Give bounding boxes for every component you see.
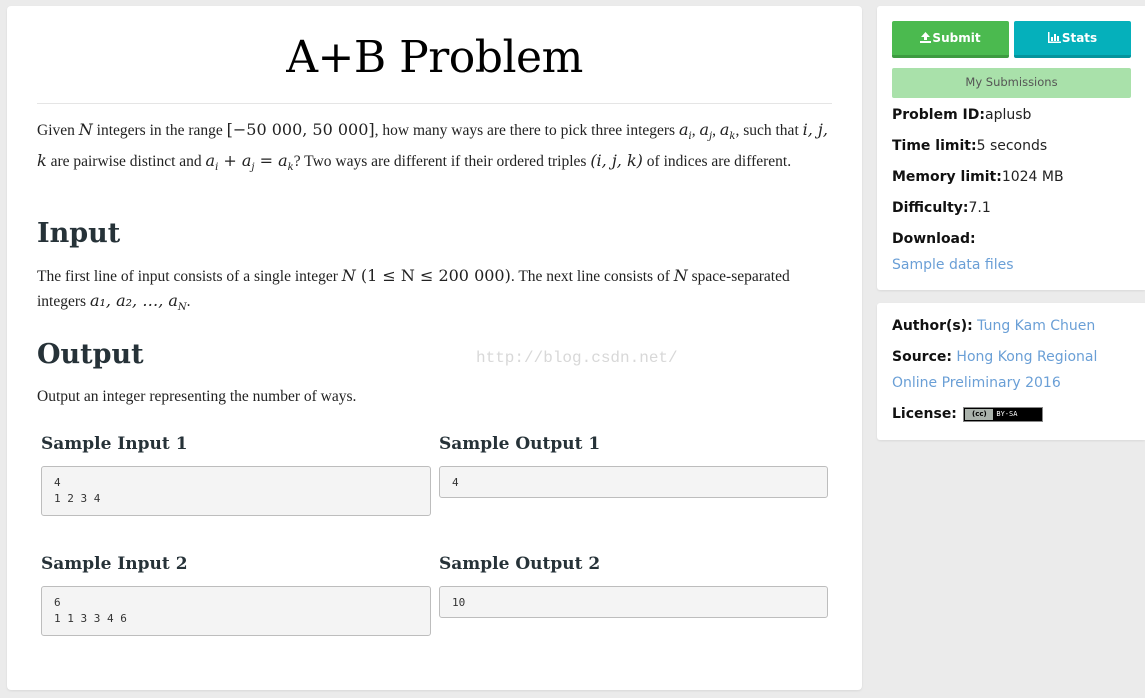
download-label: Download: (892, 231, 976, 247)
my-submissions-button[interactable]: My Submissions (892, 68, 1131, 98)
sample-data-files-link[interactable]: Sample data files (892, 257, 1014, 273)
input-description: The first line of input consists of a si… (37, 266, 790, 314)
memory-limit-row: Memory limit:1024 MB (892, 169, 1064, 185)
problem-statement: Given N integers in the range [−50 000, … (37, 120, 828, 174)
bar-chart-icon (1047, 22, 1061, 56)
source-row: Source: Hong Kong Regional (892, 349, 1098, 365)
problem-meta-panel: Author(s): Tung Kam Chuen Source: Hong K… (877, 303, 1145, 440)
problem-id-row: Problem ID:aplusb (892, 107, 1032, 123)
sample-input-2[interactable]: 6 1 1 3 3 4 6 (41, 586, 431, 636)
sample-output-2-heading: Sample Output 2 (439, 554, 601, 574)
sample-output-1-heading: Sample Output 1 (439, 434, 601, 454)
cc-by-sa-license-badge[interactable]: (cc) BY-SA (963, 406, 1044, 422)
sample-input-1[interactable]: 4 1 2 3 4 (41, 466, 431, 516)
problem-panel: A+B Problem Given N integers in the rang… (7, 6, 862, 690)
difficulty-value: 7.1 (968, 200, 991, 216)
time-limit-row: Time limit:5 seconds (892, 138, 1048, 154)
creative-commons-icon: (cc) (965, 408, 994, 420)
source-link-continued[interactable]: Online Preliminary 2016 (892, 375, 1061, 391)
input-heading: Input (37, 218, 121, 249)
title-divider (37, 103, 832, 104)
source-link[interactable]: Hong Kong Regional (956, 349, 1097, 365)
submit-button[interactable]: Submit (892, 21, 1009, 58)
problem-id-value: aplusb (985, 107, 1032, 123)
sample-input-1-heading: Sample Input 1 (41, 434, 188, 454)
memory-limit-value: 1024 MB (1001, 169, 1064, 185)
watermark: http://blog.csdn.net/ (476, 349, 678, 367)
sample-output-2[interactable]: 10 (439, 586, 828, 618)
author-link[interactable]: Tung Kam Chuen (977, 318, 1095, 334)
difficulty-row: Difficulty:7.1 (892, 200, 991, 216)
upload-icon (920, 22, 932, 56)
sample-output-1[interactable]: 4 (439, 466, 828, 498)
author-row: Author(s): Tung Kam Chuen (892, 318, 1096, 334)
stats-button[interactable]: Stats (1014, 21, 1131, 58)
sample-input-2-heading: Sample Input 2 (41, 554, 188, 574)
time-limit-value: 5 seconds (976, 138, 1048, 154)
output-heading: Output (37, 339, 144, 370)
problem-info-panel: Submit Stats My Submissions Problem ID:a… (877, 6, 1145, 290)
license-row: License: (cc) BY-SA (892, 406, 1044, 422)
problem-title: A+B Problem (286, 32, 583, 83)
output-description: Output an integer representing the numbe… (37, 388, 357, 405)
